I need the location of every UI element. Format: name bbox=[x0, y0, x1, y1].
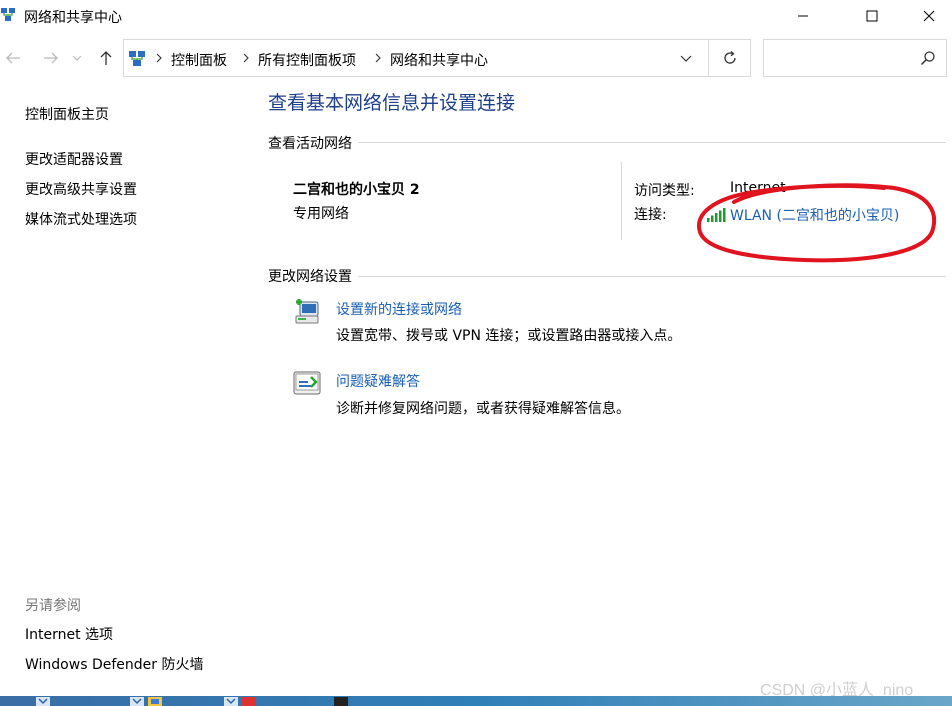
connection-label: 连接: bbox=[634, 207, 667, 223]
troubleshoot-problems-description: 诊断并修复网络问题，或者获得疑难解答信息。 bbox=[336, 401, 630, 417]
breadcrumb-separator-icon bbox=[156, 53, 162, 63]
network-center-icon bbox=[1, 8, 15, 21]
recent-locations-button[interactable] bbox=[70, 46, 84, 70]
new-connection-icon bbox=[295, 299, 319, 324]
minimize-button[interactable] bbox=[780, 0, 826, 32]
navigation-bar: 控制面板 所有控制面板项 网络和共享中心 bbox=[0, 38, 952, 78]
setup-new-connection-link[interactable]: 设置新的连接或网络 bbox=[336, 299, 462, 319]
taskbar-app-icon[interactable] bbox=[334, 697, 348, 706]
up-button[interactable] bbox=[95, 46, 117, 70]
refresh-icon bbox=[723, 51, 736, 64]
media-streaming-options-link[interactable]: 媒体流式处理选项 bbox=[25, 209, 137, 229]
address-bar[interactable]: 控制面板 所有控制面板项 网络和共享中心 bbox=[123, 39, 709, 77]
breadcrumb-all-items[interactable]: 所有控制面板项 bbox=[258, 50, 356, 70]
maximize-icon bbox=[866, 10, 878, 22]
back-arrow-icon bbox=[6, 52, 20, 64]
chevron-down-icon bbox=[72, 55, 82, 61]
taskbar-app-icon[interactable] bbox=[148, 697, 162, 706]
troubleshoot-problems-link[interactable]: 问题疑难解答 bbox=[336, 371, 420, 391]
close-button[interactable] bbox=[906, 0, 952, 32]
wifi-signal-icon bbox=[707, 208, 726, 222]
chevron-down-icon[interactable] bbox=[680, 54, 692, 64]
breadcrumb-separator-icon[interactable] bbox=[241, 51, 251, 65]
windows-defender-firewall-link[interactable]: Windows Defender 防火墙 bbox=[25, 654, 203, 674]
wlan-connection-link[interactable]: WLAN (二宫和也的小宝贝) bbox=[707, 205, 899, 225]
active-networks-heading: 查看活动网络 bbox=[268, 133, 358, 153]
troubleshoot-icon bbox=[293, 371, 321, 395]
control-panel-home-link[interactable]: 控制面板主页 bbox=[25, 104, 109, 124]
breadcrumb-control-panel[interactable]: 控制面板 bbox=[171, 50, 227, 70]
change-advanced-sharing-link[interactable]: 更改高级共享设置 bbox=[25, 179, 137, 199]
taskbar-app-icon[interactable] bbox=[36, 697, 50, 706]
wlan-connection-label: WLAN (二宫和也的小宝贝) bbox=[730, 208, 900, 224]
window-title: 网络和共享中心 bbox=[24, 10, 122, 26]
change-settings-heading: 更改网络设置 bbox=[268, 266, 358, 286]
taskbar-app-icon[interactable] bbox=[242, 697, 256, 706]
setup-new-connection-description: 设置宽带、拨号或 VPN 连接；或设置路由器或接入点。 bbox=[336, 328, 682, 344]
network-name: 二宫和也的小宝贝 2 bbox=[293, 182, 420, 198]
breadcrumb-network-center[interactable]: 网络和共享中心 bbox=[390, 50, 488, 70]
search-input[interactable] bbox=[768, 46, 908, 70]
see-also-heading: 另请参阅 bbox=[25, 598, 81, 614]
page-title: 查看基本网络信息并设置连接 bbox=[268, 92, 516, 114]
back-button[interactable] bbox=[2, 46, 24, 70]
search-icon[interactable] bbox=[920, 50, 936, 66]
up-arrow-icon bbox=[100, 51, 112, 65]
internet-options-link[interactable]: Internet 选项 bbox=[25, 624, 113, 644]
access-type-value: Internet bbox=[730, 180, 786, 196]
taskbar-app-icon[interactable] bbox=[130, 697, 144, 706]
refresh-button[interactable] bbox=[709, 39, 751, 77]
forward-arrow-icon bbox=[44, 52, 58, 64]
maximize-button[interactable] bbox=[849, 0, 895, 32]
section-divider bbox=[268, 276, 946, 277]
minimize-icon bbox=[798, 15, 808, 17]
title-bar: 网络和共享中心 bbox=[0, 0, 952, 32]
change-adapter-settings-link[interactable]: 更改适配器设置 bbox=[25, 149, 123, 169]
network-type: 专用网络 bbox=[293, 206, 349, 222]
network-center-icon bbox=[129, 51, 145, 66]
close-icon bbox=[923, 10, 935, 22]
search-box[interactable] bbox=[763, 39, 947, 77]
access-type-label: 访问类型: bbox=[634, 183, 695, 199]
forward-button[interactable] bbox=[40, 46, 62, 70]
section-divider bbox=[268, 142, 946, 143]
taskbar-app-icon[interactable] bbox=[224, 697, 238, 706]
breadcrumb-separator-icon[interactable] bbox=[373, 51, 383, 65]
vertical-divider bbox=[621, 162, 622, 240]
